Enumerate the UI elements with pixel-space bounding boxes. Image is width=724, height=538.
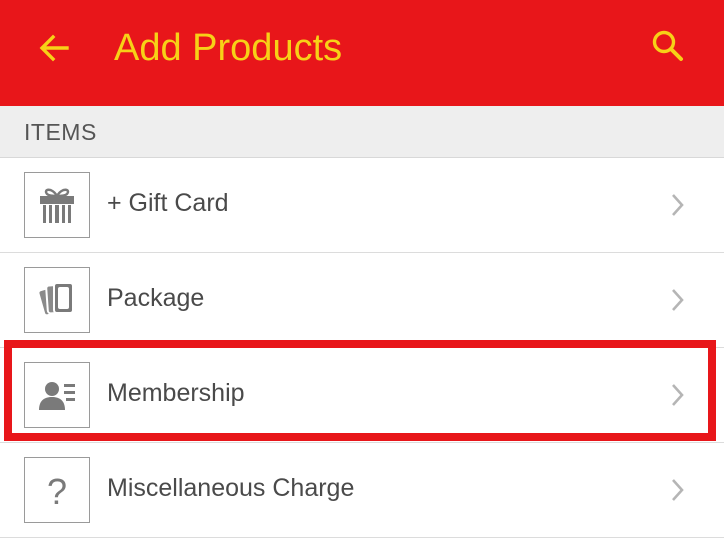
cards-icon <box>37 282 74 317</box>
back-button[interactable] <box>32 26 76 70</box>
chevron-right-icon <box>672 479 684 501</box>
page-title: Add Products <box>114 27 343 69</box>
app-bar: Add Products <box>0 0 724 106</box>
search-button[interactable] <box>644 22 692 70</box>
item-thumbnail <box>24 172 90 238</box>
arrow-left-icon <box>39 34 69 62</box>
item-thumbnail <box>24 267 90 333</box>
list-item-label: Package <box>107 284 205 312</box>
list-item-label: + Gift Card <box>107 189 229 217</box>
list-item-gift-card[interactable]: + Gift Card <box>0 158 724 253</box>
chevron-right-icon <box>672 289 684 311</box>
member-card-icon <box>39 382 75 410</box>
chevron-right-icon <box>672 384 684 406</box>
list-item-miscellaneous-charge[interactable]: ? Miscellaneous Charge <box>0 443 724 538</box>
svg-text:?: ? <box>47 471 67 512</box>
question-mark-icon: ? <box>47 471 67 512</box>
list-item-membership[interactable]: Membership <box>0 348 724 443</box>
chevron-right-icon <box>672 194 684 216</box>
section-title: ITEMS <box>24 119 97 145</box>
item-thumbnail <box>24 362 90 428</box>
list-item-package[interactable]: Package <box>0 253 724 348</box>
item-thumbnail: ? <box>24 457 90 523</box>
search-icon <box>652 30 683 61</box>
list-item-label: Miscellaneous Charge <box>107 474 355 502</box>
section-header-items: ITEMS <box>0 106 724 158</box>
list-item-label: Membership <box>107 379 245 407</box>
gift-icon <box>40 188 74 223</box>
